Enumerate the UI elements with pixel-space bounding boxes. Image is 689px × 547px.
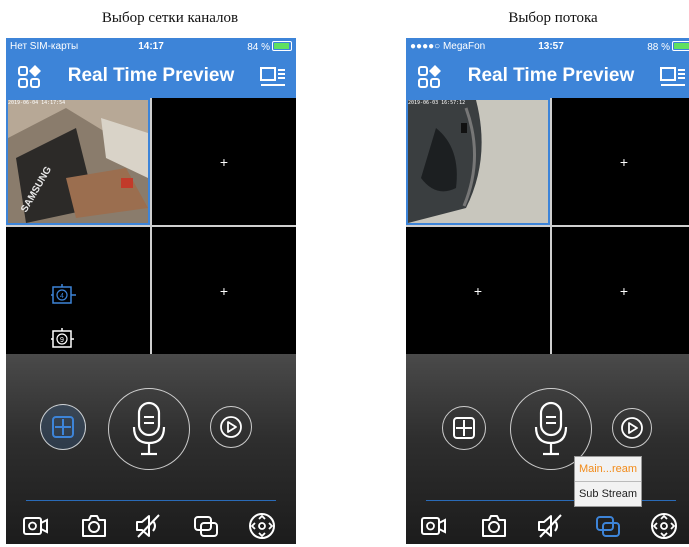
mute-icon[interactable] — [134, 512, 162, 540]
control-panel — [6, 354, 296, 544]
stream-icon[interactable] — [192, 512, 220, 540]
caption-left: Выбор сетки каналов — [101, 10, 239, 26]
add-camera-plus: + — [219, 282, 229, 299]
video-cell-3[interactable]: + — [406, 227, 550, 354]
stream-menu: Main...ream Sub Stream — [574, 456, 642, 507]
grid-icon — [52, 416, 74, 438]
camera-feed-image — [408, 100, 548, 223]
caption-right: Выбор потока — [508, 10, 598, 26]
record-list-icon[interactable] — [258, 62, 288, 92]
panel-divider — [26, 500, 276, 501]
talk-button[interactable] — [108, 388, 190, 470]
grid-4-label: 4 — [60, 293, 64, 300]
play-button[interactable] — [612, 408, 652, 448]
battery-label: 88 % — [647, 42, 670, 53]
phone-right: ●●●●○ MegaFon 13:57 88 % Real Time Previ… — [406, 38, 689, 544]
add-camera-plus: + — [473, 282, 483, 299]
add-camera-plus: + — [619, 282, 629, 299]
video-cell-2[interactable]: + — [152, 98, 296, 225]
grid-button[interactable] — [40, 404, 86, 450]
grid-4-option[interactable]: 4 — [50, 282, 76, 308]
ptz-icon[interactable] — [248, 512, 276, 540]
record-icon[interactable] — [420, 512, 448, 540]
video-grid: 2019-06-03 16:57:12 + + + — [406, 98, 689, 354]
grid-9-label: 9 — [60, 337, 64, 344]
ptz-icon[interactable] — [650, 512, 678, 540]
page-title: Real Time Preview — [467, 65, 635, 86]
record-icon[interactable] — [22, 512, 50, 540]
timestamp-overlay: 2019-06-04 14:17:54 — [8, 100, 66, 106]
page-title: Real Time Preview — [67, 65, 235, 86]
main-stream-option[interactable]: Main...ream — [575, 457, 641, 482]
mute-icon[interactable] — [536, 512, 564, 540]
play-button[interactable] — [210, 406, 252, 448]
microphone-icon — [132, 401, 166, 456]
video-cell-4[interactable]: + — [152, 227, 296, 354]
video-grid: SAMSUNG 2019-06-04 14:17:54 + + — [6, 98, 296, 354]
sub-stream-option[interactable]: Sub Stream — [575, 482, 641, 506]
video-cell-4[interactable]: + — [552, 227, 689, 354]
phone-left: Нет SIM-карты 14:17 84 % Real Time Previ… — [6, 38, 296, 544]
grid-icon — [453, 417, 475, 439]
snapshot-icon[interactable] — [80, 512, 108, 540]
timestamp-overlay: 2019-06-03 16:57:12 — [408, 100, 466, 106]
video-cell-1[interactable]: 2019-06-03 16:57:12 — [406, 98, 550, 225]
camera-feed-image: SAMSUNG — [8, 100, 148, 223]
grid-9-icon: 9 — [51, 328, 74, 348]
battery-indicator: 88 % — [647, 41, 689, 53]
control-panel — [406, 354, 689, 544]
status-bar: ●●●●○ MegaFon 13:57 88 % — [406, 38, 689, 56]
add-camera-plus: + — [219, 153, 229, 170]
nav-bar: Real Time Preview — [406, 56, 689, 98]
microphone-icon — [534, 401, 568, 456]
battery-indicator: 84 % — [247, 41, 292, 53]
add-camera-plus: + — [619, 153, 629, 170]
record-list-icon[interactable] — [658, 62, 688, 92]
video-cell-2[interactable]: + — [552, 98, 689, 225]
play-icon — [621, 417, 643, 439]
video-cell-1[interactable]: SAMSUNG 2019-06-04 14:17:54 — [6, 98, 150, 225]
snapshot-icon[interactable] — [480, 512, 508, 540]
nav-bar: Real Time Preview — [6, 56, 296, 98]
grid-9-option[interactable]: 9 — [50, 326, 76, 352]
grid-button[interactable] — [442, 406, 486, 450]
battery-label: 84 % — [247, 42, 270, 53]
play-icon — [220, 416, 242, 438]
stream-icon[interactable] — [594, 512, 622, 540]
video-cell-3[interactable] — [6, 227, 150, 354]
status-bar: Нет SIM-карты 14:17 84 % — [6, 38, 296, 56]
grid-4-icon: 4 — [51, 284, 76, 304]
